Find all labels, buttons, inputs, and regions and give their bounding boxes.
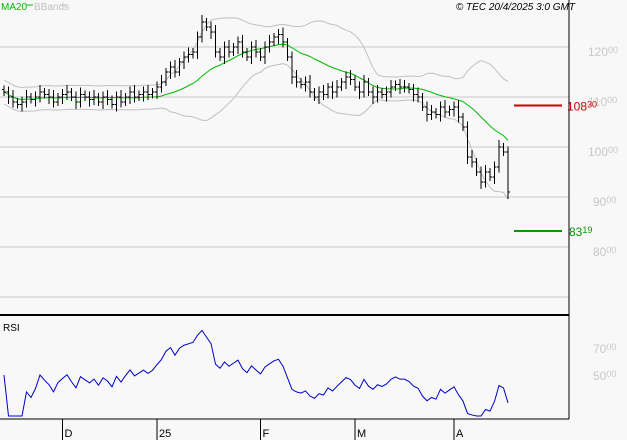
- ohlc-bar: [492, 161, 497, 184]
- x-tick-label: 25: [159, 428, 171, 440]
- ohlc-bar: [398, 79, 402, 94]
- ohlc-bar: [114, 91, 119, 112]
- ohlc-bar: [285, 38, 290, 61]
- ohlc-bar: [339, 78, 344, 91]
- ohlc-bar: [402, 80, 407, 93]
- ohlc-bar: [299, 78, 303, 89]
- ma20-line: [3, 43, 509, 141]
- ohlc-bar: [330, 81, 335, 99]
- ohlc-bar: [371, 86, 375, 104]
- y-tick-label: 10000: [588, 145, 618, 159]
- rsi-tick-label: 7000: [593, 342, 616, 356]
- ohlc-bar: [321, 85, 326, 100]
- ohlc-bar: [308, 75, 312, 98]
- ohlc-bar: [267, 35, 272, 53]
- ohlc-bar: [29, 93, 33, 104]
- resistance-label: 10830: [567, 100, 597, 114]
- ohlc-bar: [236, 36, 240, 54]
- ohlc-bar: [348, 70, 353, 85]
- ohlc-bar: [209, 21, 213, 39]
- ohlc-bar: [249, 41, 254, 64]
- ohlc-bar: [141, 86, 146, 102]
- ohlc-bar: [132, 85, 137, 103]
- ohlc-bar: [317, 86, 321, 104]
- ohlc-bar: [506, 146, 510, 199]
- ohlc-bar: [362, 75, 366, 98]
- ohlc-bar: [443, 100, 447, 118]
- ohlc-bar: [123, 93, 128, 106]
- ohlc-bar: [429, 105, 434, 120]
- ohlc-bar: [231, 43, 236, 56]
- ohlc-bar: [447, 105, 452, 116]
- rsi-title: RSI: [3, 323, 20, 334]
- ohlc-bar: [438, 101, 443, 122]
- ohlc-bar: [38, 85, 42, 103]
- rsi-line: [3, 329, 509, 417]
- ohlc-bar: [213, 25, 218, 58]
- chart-container: 12000 11000 10000 9000 8000 7000 5000 10830 8319…: [0, 0, 627, 440]
- y-tick-label: 12000: [588, 45, 618, 59]
- ohlc-bar: [164, 68, 168, 86]
- ohlc-bar: [69, 88, 74, 101]
- x-tick-label: A: [456, 428, 464, 440]
- ohlc-bar: [51, 90, 56, 108]
- ohlc-bar: [146, 85, 150, 100]
- ohlc-bar: [497, 140, 501, 173]
- support-label: 8319: [569, 225, 592, 239]
- ohlc-bar: [276, 29, 281, 44]
- ohlc-bar: [128, 86, 132, 104]
- ohlc-bar: [461, 113, 465, 131]
- price-chart: 1200011000100009000800070005000108308319…: [0, 0, 618, 440]
- ohlc-bar: [87, 91, 92, 107]
- bbands-legend: BBands: [34, 2, 69, 13]
- ohlc-bar: [218, 48, 222, 61]
- x-tick-label: F: [263, 428, 270, 440]
- ohlc-bar: [483, 165, 488, 188]
- ohlc-bar: [83, 90, 87, 101]
- ohlc-bar: [366, 78, 371, 96]
- ohlc-bar: [326, 83, 330, 99]
- ohlc-bar: [20, 96, 24, 112]
- ohlc-bar: [245, 48, 249, 61]
- ohlc-bar: [303, 76, 308, 92]
- ohlc-bar: [353, 75, 357, 91]
- ohlc-bar: [501, 143, 506, 156]
- ohlc-bar: [204, 18, 209, 31]
- ohlc-bar: [227, 40, 231, 58]
- ohlc-bar: [335, 80, 339, 98]
- ohlc-bar: [137, 90, 141, 101]
- ohlc-bar: [119, 90, 123, 108]
- ohlc-bar: [474, 158, 479, 176]
- ohlc-bar: [2, 85, 6, 96]
- ohlc-bar: [11, 90, 15, 108]
- ohlc-bar: [272, 33, 276, 46]
- ohlc-bar: [263, 41, 267, 64]
- ohlc-bar: [96, 93, 101, 106]
- ohlc-bar: [344, 71, 348, 89]
- x-tick-label: D: [65, 428, 73, 440]
- ohlc-bar: [222, 41, 227, 64]
- ohlc-bar: [488, 168, 492, 181]
- ohlc-bar: [15, 98, 20, 109]
- ohlc-bar: [425, 101, 429, 122]
- x-tick-label: M: [357, 428, 366, 440]
- ohlc-bar: [56, 93, 60, 106]
- ohlc-bar: [74, 91, 78, 109]
- ohlc-bar: [186, 47, 191, 63]
- y-tick-label: 8000: [593, 245, 616, 259]
- rsi-tick-label: 5000: [593, 369, 616, 383]
- ohlc-bar: [258, 48, 263, 61]
- ohlc-bar: [182, 51, 186, 69]
- ohlc-bar: [191, 48, 195, 59]
- ohlc-bar: [411, 84, 416, 102]
- ohlc-bar: [456, 100, 461, 123]
- ma20-legend: MA20: [1, 2, 28, 13]
- ohlc-bar: [452, 101, 456, 117]
- ohlc-bar: [101, 91, 105, 109]
- copyright-timestamp: © TEC 20/4/2025 3:0 GMT: [456, 2, 576, 13]
- ohlc-bar: [357, 81, 362, 99]
- bollinger-lower-line: [3, 63, 509, 200]
- y-tick-label: 9000: [593, 195, 616, 209]
